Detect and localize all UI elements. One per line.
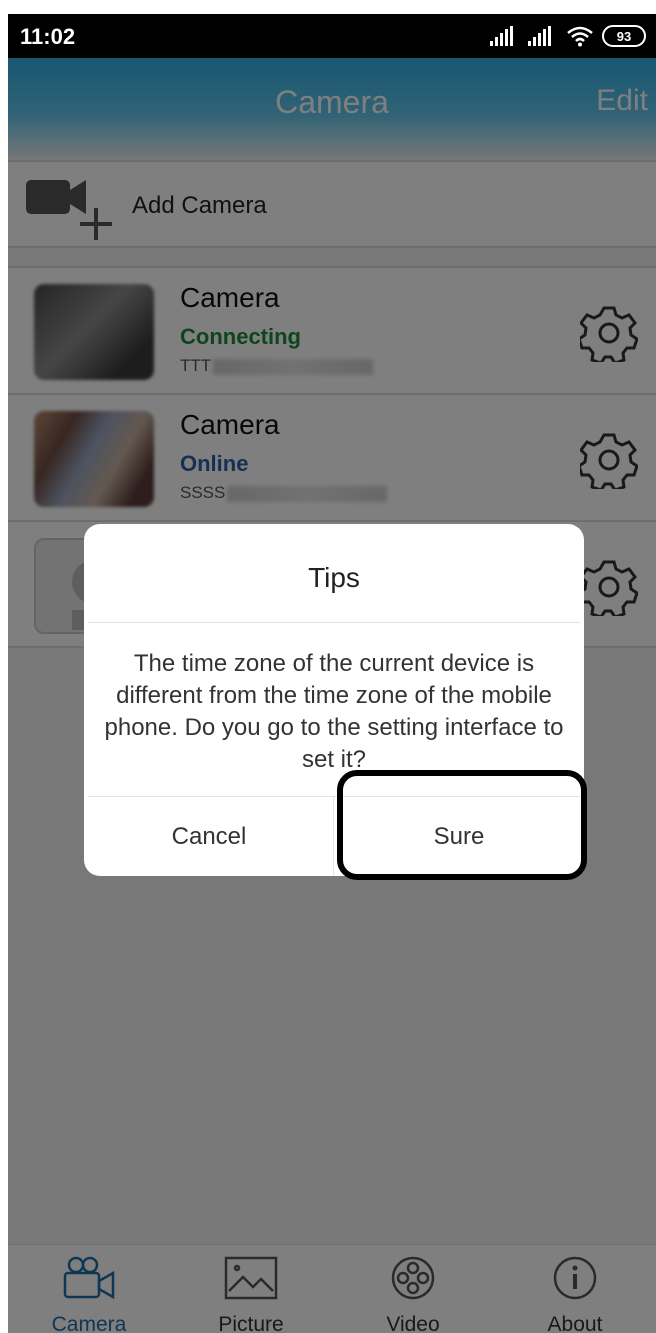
dialog-title: Tips [308, 562, 360, 593]
status-time: 11:02 [20, 24, 76, 49]
cancel-button[interactable]: Cancel [84, 797, 334, 876]
phone-frame: 11:02 93 Camera Edit [0, 0, 656, 1333]
wifi-icon [567, 26, 593, 47]
battery-level: 93 [616, 28, 632, 44]
signal-icon [528, 26, 551, 46]
screen: 11:02 93 Camera Edit [8, 14, 656, 1333]
status-bar: 11:02 93 [8, 14, 656, 58]
highlight-annotation [337, 770, 587, 880]
divider [88, 622, 580, 623]
battery-icon: 93 [602, 25, 646, 47]
dialog-message: The time zone of the current device is d… [104, 650, 564, 773]
status-icons: 93 [490, 23, 646, 49]
signal-icon [490, 26, 513, 46]
